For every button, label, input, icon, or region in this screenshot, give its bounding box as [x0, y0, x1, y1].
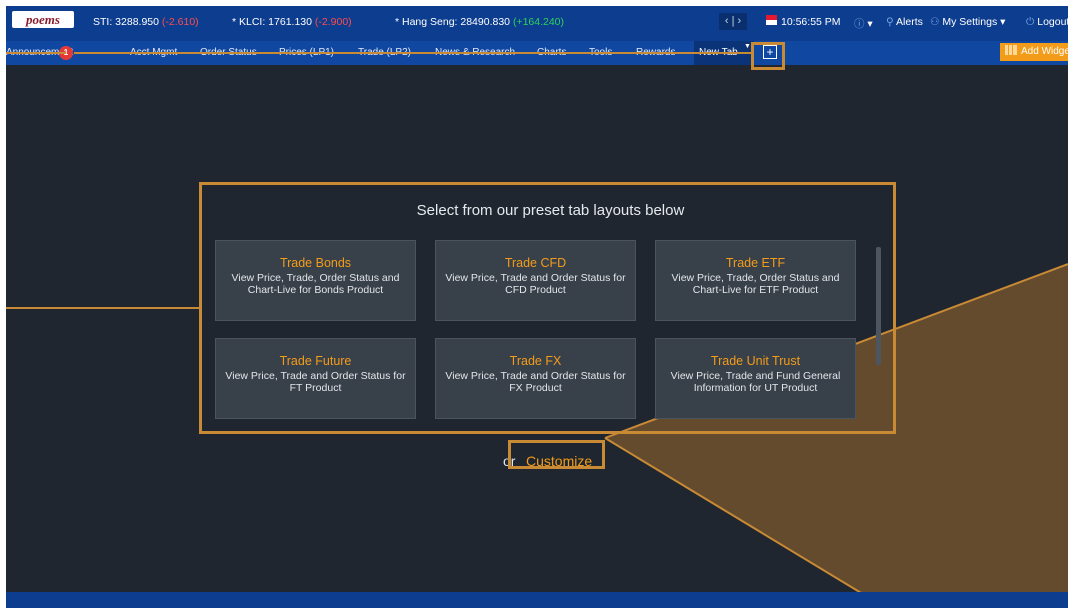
preset-card-trade-unit-trust[interactable]: Trade Unit Trust View Price, Trade and F… — [655, 338, 856, 419]
preset-scrollbar[interactable] — [876, 247, 881, 365]
preset-card-description: View Price, Trade, Order Status and Char… — [231, 272, 400, 296]
app-window: poems STI: 3288.950 (-2.610) * KLCI: 176… — [6, 6, 1068, 608]
callout-line — [74, 52, 752, 54]
callout-line — [6, 307, 202, 309]
preset-panel-title: Select from our preset tab layouts below — [416, 202, 685, 219]
preset-card-title: Trade Unit Trust — [710, 354, 801, 368]
preset-card-title: Trade ETF — [725, 256, 786, 270]
add-tab-highlight — [751, 42, 785, 70]
preset-card-trade-bonds[interactable]: Trade Bonds View Price, Trade, Order Sta… — [215, 240, 416, 321]
preset-card-title: Trade Future — [279, 354, 352, 368]
preset-card-description: View Price, Trade, Order Status and Char… — [671, 272, 840, 296]
customize-highlight — [508, 440, 605, 469]
preset-card-trade-etf[interactable]: Trade ETF View Price, Trade, Order Statu… — [655, 240, 856, 321]
preset-card-title: Trade FX — [509, 354, 562, 368]
preset-card-title: Trade Bonds — [279, 256, 352, 270]
preset-card-trade-future[interactable]: Trade Future View Price, Trade and Order… — [215, 338, 416, 419]
callout-line — [6, 52, 66, 54]
preset-card-description: View Price, Trade and Order Status for C… — [445, 272, 626, 296]
preset-card-trade-fx[interactable]: Trade FX View Price, Trade and Order Sta… — [435, 338, 636, 419]
preset-card-trade-cfd[interactable]: Trade CFD View Price, Trade and Order St… — [435, 240, 636, 321]
preset-card-description: View Price, Trade and Fund General Infor… — [670, 370, 841, 394]
preset-card-description: View Price, Trade and Order Status for F… — [445, 370, 626, 394]
preset-card-description: View Price, Trade and Order Status for F… — [225, 370, 406, 394]
preset-card-title: Trade CFD — [504, 256, 567, 270]
bottom-bar — [6, 592, 1068, 608]
